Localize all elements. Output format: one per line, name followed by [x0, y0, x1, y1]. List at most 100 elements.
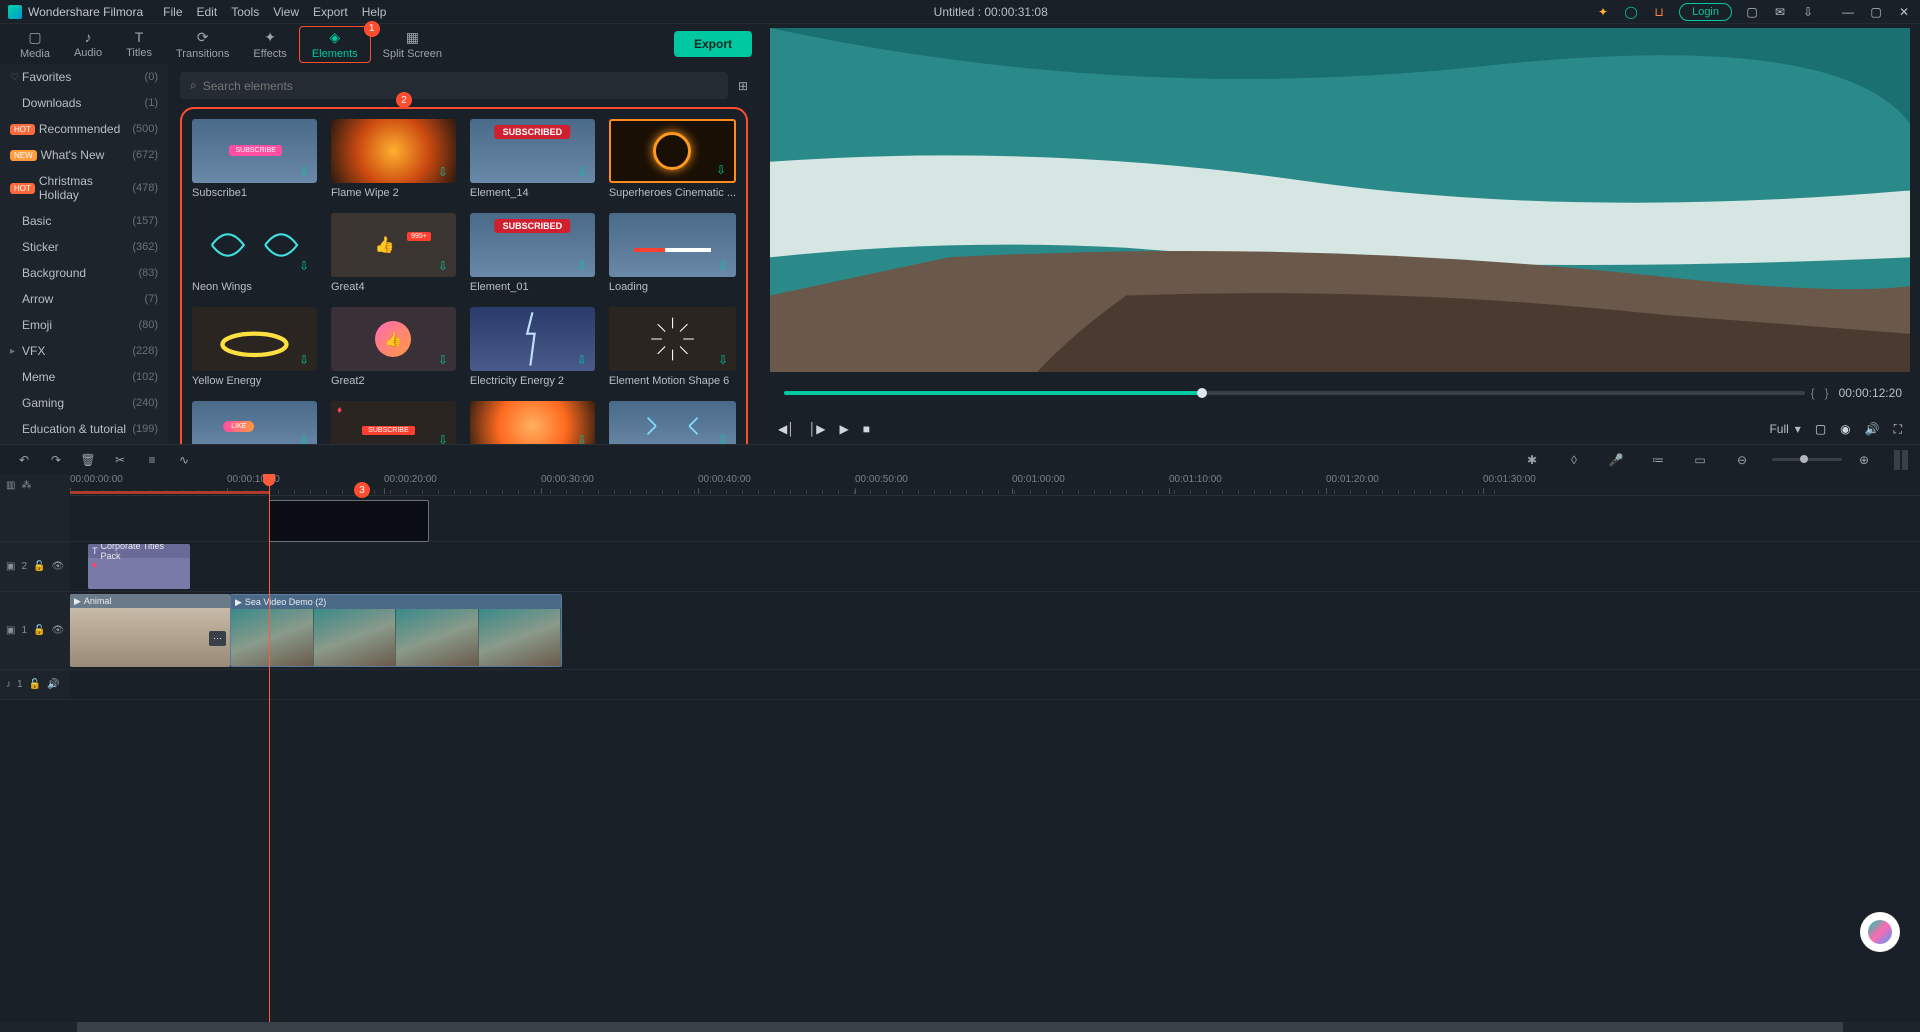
marker-icon[interactable]: ◊ [1562, 448, 1586, 472]
element-card[interactable]: ⇩ [470, 401, 595, 444]
tab-transitions[interactable]: ⟳Transitions [164, 27, 241, 62]
scrollbar-thumb[interactable] [77, 1022, 1843, 1032]
element-card[interactable]: ⇩Electricity Energy 2 [470, 307, 595, 387]
sidebar-sticker[interactable]: Sticker(362) [0, 234, 168, 260]
next-frame-button[interactable]: │▶ [809, 422, 826, 436]
clip-animal[interactable]: ▶Animal ⋯ [70, 594, 230, 667]
sidebar-downloads[interactable]: Downloads(1) [0, 90, 168, 116]
play-button[interactable]: ▶ [839, 422, 848, 436]
tab-elements[interactable]: ◈Elements 1 [299, 26, 371, 63]
zoom-out-icon[interactable]: ⊖ [1730, 448, 1754, 472]
element-card[interactable]: ⇩Neon Wings [192, 213, 317, 293]
category-sidebar[interactable]: ♡Favorites(0) Downloads(1) HOTRecommende… [0, 64, 168, 444]
grid-view-icon[interactable]: ⊞ [738, 79, 748, 93]
download-icon[interactable]: ⇩ [1800, 4, 1816, 20]
delete-icon[interactable]: 🗑 [76, 448, 100, 472]
maximize-icon[interactable]: ▢ [1868, 4, 1884, 20]
sidebar-education[interactable]: Education & tutorial(199) [0, 416, 168, 442]
redo-icon[interactable]: ↷ [44, 448, 68, 472]
menu-tools[interactable]: Tools [231, 5, 259, 19]
fullscreen-icon[interactable]: ⛶ [1894, 422, 1902, 437]
audio-tool-icon[interactable]: ∿ [172, 448, 196, 472]
progress-thumb[interactable] [1197, 388, 1207, 398]
element-card[interactable]: LIKE⇩ [192, 401, 317, 444]
minimize-icon[interactable]: — [1840, 4, 1856, 20]
speaker-icon[interactable]: 🔊 [47, 679, 59, 690]
lock-icon[interactable]: 🔓 [29, 679, 41, 690]
export-button[interactable]: Export [674, 31, 752, 57]
tab-effects[interactable]: ✦Effects [241, 27, 298, 62]
sidebar-recommended[interactable]: HOTRecommended(500) [0, 116, 168, 142]
lightbulb-icon[interactable]: ✦ [1595, 4, 1611, 20]
playhead-head-icon[interactable] [263, 474, 275, 486]
split-icon[interactable]: ✂ [108, 448, 132, 472]
playhead[interactable] [269, 474, 270, 1022]
undo-icon[interactable]: ↶ [12, 448, 36, 472]
dropped-element-clip[interactable] [269, 500, 429, 542]
timeline-scrollbar[interactable] [0, 1022, 1920, 1032]
tab-audio[interactable]: ♪Audio [62, 27, 114, 61]
timeline-ruler[interactable]: 00:00:00:0000:00:10:0000:00:20:0000:00:3… [70, 474, 1920, 496]
track-toggle-icon[interactable]: ▣ [6, 561, 15, 572]
menu-export[interactable]: Export [313, 5, 348, 19]
tracks-icon[interactable]: ▥ [6, 480, 15, 491]
sidebar-basic[interactable]: Basic(157) [0, 208, 168, 234]
marker-in[interactable]: { [1811, 386, 1815, 400]
mixer-icon[interactable]: ≔ [1646, 448, 1670, 472]
display-icon[interactable]: ▢ [1815, 422, 1826, 436]
search-input[interactable] [203, 79, 718, 93]
eye-icon[interactable]: 👁 [51, 561, 64, 572]
element-card[interactable]: SUBSCRIBED⇩Element_01 [470, 213, 595, 293]
notifications-icon[interactable]: ✉ [1772, 4, 1788, 20]
render-icon[interactable]: ✱ [1520, 448, 1544, 472]
sidebar-whatsnew[interactable]: NEWWhat's New(672) [0, 142, 168, 168]
clip-sea-video[interactable]: ▶Sea Video Demo (2) [230, 594, 562, 667]
sidebar-travel[interactable]: Travel(313) [0, 442, 168, 444]
sidebar-emoji[interactable]: Emoji(80) [0, 312, 168, 338]
element-card-selected[interactable]: ⇩Superheroes Cinematic ... [609, 119, 736, 199]
audio-meters-icon[interactable] [1894, 450, 1908, 470]
tab-titles[interactable]: TTitles [114, 27, 164, 61]
sidebar-vfx[interactable]: ▸VFX(228) [0, 338, 168, 364]
track-toggle-icon[interactable]: ▣ [6, 625, 15, 636]
tab-splitscreen[interactable]: ▦Split Screen [371, 27, 454, 62]
quality-select[interactable]: Full▾ [1769, 422, 1800, 436]
adjust-icon[interactable]: ≡ [140, 448, 164, 472]
menu-edit[interactable]: Edit [197, 5, 218, 19]
element-card[interactable]: ⇩ [609, 401, 736, 444]
snap-icon[interactable]: ▭ [1688, 448, 1712, 472]
snapshot-icon[interactable]: ◉ [1840, 422, 1850, 436]
zoom-thumb[interactable] [1800, 455, 1808, 463]
prev-frame-button[interactable]: ◀│ [778, 422, 795, 436]
login-button[interactable]: Login [1679, 3, 1732, 21]
element-card[interactable]: 👍⇩Great2 [331, 307, 456, 387]
menu-help[interactable]: Help [362, 5, 387, 19]
element-card[interactable]: ⇩Yellow Energy [192, 307, 317, 387]
element-card[interactable]: SUBSCRIBE⇩Subscribe1 [192, 119, 317, 199]
eye-icon[interactable]: 👁 [51, 625, 64, 636]
element-card[interactable]: SUBSCRIBED⇩Element_14 [470, 119, 595, 199]
element-card[interactable]: 👍995+⇩Great4 [331, 213, 456, 293]
element-card[interactable]: ⇩Flame Wipe 2 [331, 119, 456, 199]
menu-file[interactable]: File [163, 5, 182, 19]
sidebar-gaming[interactable]: Gaming(240) [0, 390, 168, 416]
volume-icon[interactable]: 🔊 [1865, 422, 1880, 436]
magnet-icon[interactable]: ⁂ [21, 480, 31, 491]
menu-view[interactable]: View [273, 5, 299, 19]
tab-media[interactable]: ▢Media [8, 27, 62, 62]
sidebar-christmas[interactable]: HOTChristmas Holiday(478) [0, 168, 168, 208]
sidebar-background[interactable]: Background(83) [0, 260, 168, 286]
sidebar-favorites[interactable]: ♡Favorites(0) [0, 64, 168, 90]
zoom-slider[interactable] [1772, 458, 1842, 461]
stop-button[interactable]: ■ [863, 422, 870, 436]
save-icon[interactable]: ▢ [1744, 4, 1760, 20]
marker-out[interactable]: } [1825, 386, 1829, 400]
cart-icon[interactable]: ⊔ [1651, 4, 1667, 20]
element-card[interactable]: ⇩Loading [609, 213, 736, 293]
sidebar-meme[interactable]: Meme(102) [0, 364, 168, 390]
clip-corporate-titles[interactable]: TCorporate Titles Pack ♦ [88, 544, 190, 589]
search-box[interactable]: ⌕ [180, 72, 728, 99]
lock-icon[interactable]: 🔓 [33, 625, 45, 636]
headphones-icon[interactable]: ◯ [1623, 4, 1639, 20]
element-card[interactable]: ⇩Element Motion Shape 6 [609, 307, 736, 387]
